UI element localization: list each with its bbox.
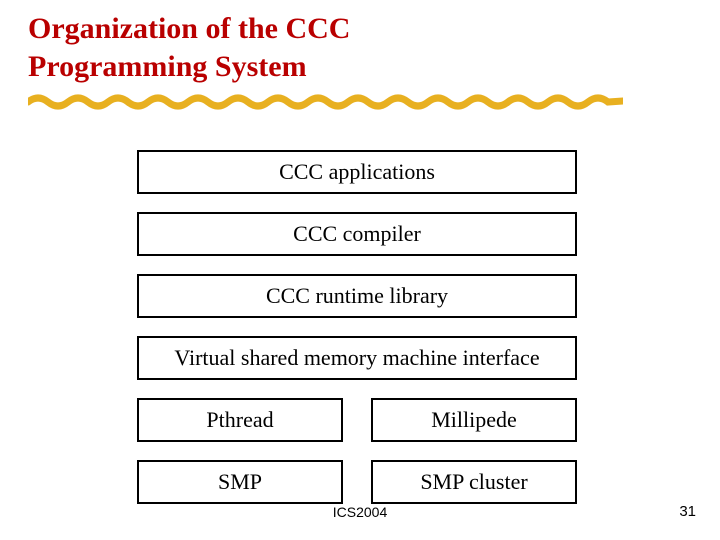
hardware-layer-row: SMP SMP cluster (137, 460, 577, 504)
layer-compiler: CCC compiler (137, 212, 577, 256)
title-line-1: Organization of the CCC (28, 10, 350, 48)
layer-smp-cluster: SMP cluster (371, 460, 577, 504)
thread-layer-row: Pthread Millipede (137, 398, 577, 442)
layer-millipede: Millipede (371, 398, 577, 442)
layer-applications: CCC applications (137, 150, 577, 194)
layer-smp: SMP (137, 460, 343, 504)
layer-vsm: Virtual shared memory machine interface (137, 336, 577, 380)
title-line-2: Programming System (28, 48, 350, 86)
architecture-stack: CCC applications CCC compiler CCC runtim… (137, 150, 577, 522)
page-number: 31 (679, 503, 696, 520)
layer-runtime: CCC runtime library (137, 274, 577, 318)
title-underline-wave-icon (28, 92, 623, 110)
footer-conference: ICS2004 (0, 504, 720, 520)
layer-pthread: Pthread (137, 398, 343, 442)
slide-title: Organization of the CCC Programming Syst… (28, 10, 350, 87)
